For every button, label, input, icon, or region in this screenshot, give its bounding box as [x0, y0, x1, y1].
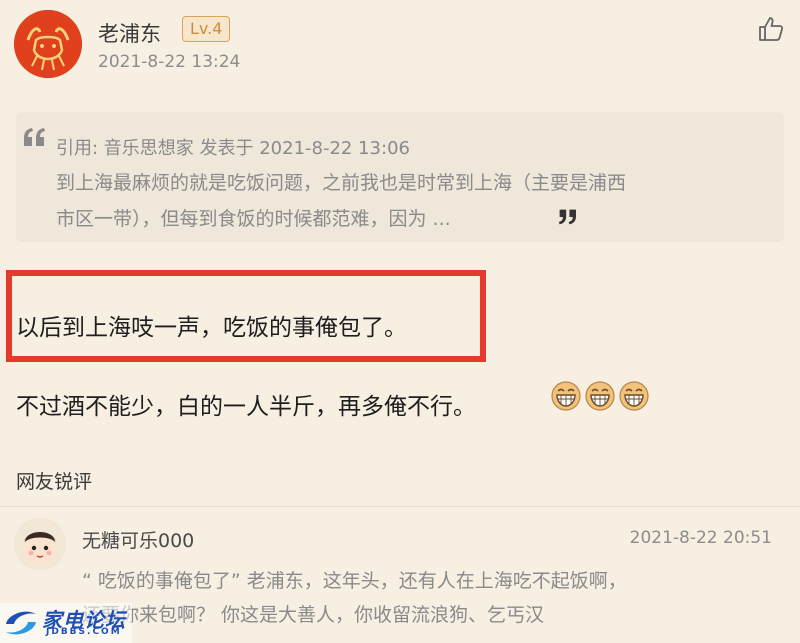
comment-text-line-2: 还要你来包啊？ 你这是大善人，你收留流浪狗、乞丐汉 — [82, 604, 545, 626]
cartoon-boy-avatar-icon — [14, 518, 66, 570]
quote-open-icon — [22, 126, 48, 152]
section-divider — [0, 506, 800, 507]
commenter-name[interactable]: 无糖可乐000 — [82, 526, 194, 553]
author-name[interactable]: 老浦东 — [98, 18, 161, 48]
comment-text-line-1: “ 吃饭的事俺包了” 老浦东，这年头，还有人在上海吃不起饭啊， — [82, 570, 627, 592]
commenter-avatar[interactable] — [14, 518, 66, 570]
quote-text-line-1: 到上海最麻烦的就是吃饭问题，之前我也是时常到上海（主要是浦西 — [56, 172, 627, 194]
post-body-line-2: 不过酒不能少，白的一人半斤，再多俺不行。 — [16, 394, 476, 420]
grinning-face-icon — [551, 381, 581, 411]
watermark-logo-icon — [4, 608, 38, 638]
emoji-row — [550, 380, 650, 412]
level-badge: Lv.4 — [182, 16, 231, 42]
quote-close-icon — [556, 208, 578, 230]
quote-text-line-2: 市区一带），但每到食饭的时候都范难，因为 ... — [56, 208, 451, 230]
comments-section-title: 网友锐评 — [16, 471, 93, 493]
post-body-line-1: 以后到上海吱一声，吃饭的事俺包了。 — [16, 315, 407, 341]
watermark-url: JDBBS.COM — [46, 627, 122, 637]
bull-avatar-icon — [14, 10, 82, 78]
quote-meta: 引用: 音乐思想家 发表于 2021-8-22 13:06 — [56, 138, 410, 159]
comment-timestamp: 2021-8-22 20:51 — [629, 528, 772, 548]
grinning-face-icon — [585, 381, 615, 411]
author-avatar[interactable] — [14, 10, 82, 78]
grinning-face-icon — [619, 381, 649, 411]
thumbs-up-icon — [759, 17, 784, 41]
like-button[interactable] — [756, 14, 786, 44]
post-timestamp: 2021-8-22 13:24 — [98, 52, 241, 72]
